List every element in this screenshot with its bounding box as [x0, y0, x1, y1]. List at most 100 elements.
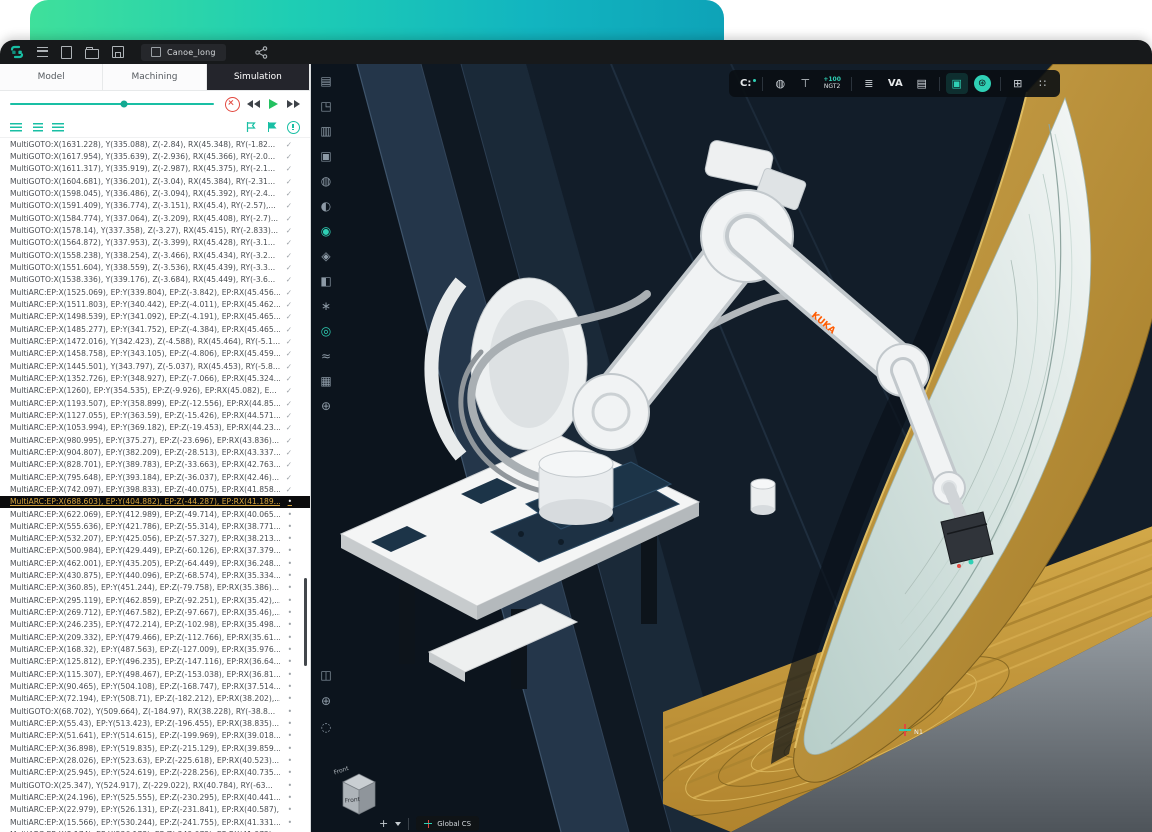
tab-simulation[interactable]: Simulation — [207, 64, 310, 90]
variables-icon[interactable]: VA — [883, 78, 908, 89]
progress-slider[interactable] — [10, 103, 214, 105]
command-row[interactable]: MultiARC:EP:X(36.898), EP:Y(519.835), EP… — [0, 742, 310, 754]
image-icon[interactable]: ▦ — [315, 370, 337, 392]
command-row[interactable]: MultiGOTO:X(1578.14), Y(337.358), Z(-3.2… — [0, 224, 310, 236]
command-row[interactable]: MultiARC:EP:X(1053.994), EP:Y(369.182), … — [0, 422, 310, 434]
robot-icon[interactable]: ◍ — [769, 73, 791, 94]
snowflake-icon[interactable]: ∗ — [315, 295, 337, 317]
fast-forward-button[interactable] — [287, 100, 300, 108]
command-row[interactable]: MultiARC:EP:X(1498.539), EP:Y(341.092), … — [0, 311, 310, 323]
command-row[interactable]: MultiARC:EP:X(462.001), EP:Y(435.205), E… — [0, 557, 310, 569]
command-row[interactable]: MultiARC:EP:X(51.641), EP:Y(514.615), EP… — [0, 730, 310, 742]
gear-icon[interactable]: ⊛ — [974, 75, 991, 92]
command-row[interactable]: MultiARC:EP:X(90.465), EP:Y(504.108), EP… — [0, 680, 310, 692]
command-row[interactable]: MultiARC:EP:X(430.875), EP:Y(440.096), E… — [0, 569, 310, 581]
command-row[interactable]: MultiARC:EP:X(22.979), EP:Y(526.131), EP… — [0, 804, 310, 816]
command-row[interactable]: MultiARC:EP:X(246.235), EP:Y(472.214), E… — [0, 619, 310, 631]
command-row[interactable]: MultiARC:EP:X(622.069), EP:Y(412.989), E… — [0, 508, 310, 520]
command-row[interactable]: MultiGOTO:X(1558.238), Y(338.254), Z(-3.… — [0, 249, 310, 261]
bulb-icon[interactable]: ◉ — [315, 220, 337, 242]
chevron-down-icon[interactable] — [395, 822, 401, 826]
command-row[interactable]: MultiGOTO:X(1617.954), Y(335.639), Z(-2.… — [0, 150, 310, 162]
indent-list-icon[interactable] — [33, 123, 43, 132]
tool-offset-chip[interactable]: +100NGT2 — [819, 77, 845, 91]
record-icon[interactable]: ◎ — [315, 320, 337, 342]
command-row[interactable]: MultiARC:EP:X(24.196), EP:Y(525.555), EP… — [0, 791, 310, 803]
command-row[interactable]: MultiGOTO:X(1611.317), Y(335.919), Z(-2.… — [0, 163, 310, 175]
viewport-3d-scene[interactable]: KUKA — [311, 64, 1152, 832]
sphere-icon[interactable]: ◍ — [315, 170, 337, 192]
table-icon[interactable]: ⊞ — [1007, 73, 1029, 94]
play-button[interactable] — [269, 99, 278, 109]
rewind-button[interactable] — [247, 100, 260, 108]
command-row[interactable]: MultiARC:EP:X(25.945), EP:Y(524.619), EP… — [0, 767, 310, 779]
command-row[interactable]: MultiGOTO:X(1598.045), Y(336.486), Z(-3.… — [0, 187, 310, 199]
view-cube[interactable]: Front Front — [333, 764, 383, 820]
command-row[interactable]: MultiARC:EP:X(1445.501), Y(343.797), Z(-… — [0, 360, 310, 372]
program-list-icon[interactable] — [10, 123, 22, 132]
command-row[interactable]: MultiARC:EP:X(1511.803), EP:Y(340.442), … — [0, 298, 310, 310]
command-row[interactable]: MultiARC:EP:X(500.984), EP:Y(429.449), E… — [0, 545, 310, 557]
share-icon[interactable] — [255, 46, 268, 59]
controller-icon[interactable]: C: — [735, 78, 756, 89]
inspect-icon[interactable]: ◈ — [315, 245, 337, 267]
spline-icon[interactable]: ≈ — [315, 345, 337, 367]
command-row[interactable]: MultiARC:EP:X(795.648), EP:Y(393.184), E… — [0, 471, 310, 483]
command-row[interactable]: MultiARC:EP:X(1485.277), EP:Y(341.752), … — [0, 323, 310, 335]
warning-icon[interactable] — [287, 121, 300, 134]
command-row[interactable]: MultiARC:EP:X(209.332), EP:Y(479.466), E… — [0, 631, 310, 643]
new-file-icon[interactable] — [61, 46, 72, 59]
material-icon[interactable]: ▣ — [315, 145, 337, 167]
stop-button[interactable] — [225, 97, 240, 112]
command-row[interactable]: MultiARC:EP:X(115.307), EP:Y(498.467), E… — [0, 668, 310, 680]
shading-icon[interactable]: ◐ — [315, 195, 337, 217]
command-row[interactable]: MultiGOTO:X(1551.604), Y(338.559), Z(-3.… — [0, 261, 310, 273]
command-row[interactable]: MultiARC:EP:X(125.812), EP:Y(496.235), E… — [0, 656, 310, 668]
command-row[interactable]: MultiGOTO:X(1564.872), Y(337.953), Z(-3.… — [0, 237, 310, 249]
spindle-icon[interactable]: ⊤ — [794, 73, 816, 94]
grid-globe-icon[interactable]: ⊕ — [315, 395, 337, 417]
add-cs-button[interactable]: + — [379, 818, 388, 829]
flag-end-icon[interactable] — [266, 121, 278, 133]
layers-icon[interactable]: ▥ — [315, 120, 337, 142]
command-row[interactable]: MultiARC:EP:X(1260), EP:Y(354.535), EP:Z… — [0, 385, 310, 397]
tab-machining[interactable]: Machining — [103, 64, 206, 90]
command-row[interactable]: MultiARC:EP:X(269.712), EP:Y(467.582), E… — [0, 606, 310, 618]
simulation-view-icon[interactable]: ▣ — [946, 73, 968, 94]
save-icon[interactable] — [112, 46, 124, 58]
filter-list-icon[interactable] — [52, 123, 64, 132]
command-row[interactable]: MultiARC:EP:X(904.807), EP:Y(382.209), E… — [0, 446, 310, 458]
command-row[interactable]: MultiARC:EP:X(55.43), EP:Y(513.423), EP:… — [0, 717, 310, 729]
menu-icon[interactable] — [37, 47, 48, 57]
command-row[interactable]: MultiARC:EP:X(28.026), EP:Y(523.63), EP:… — [0, 754, 310, 766]
command-row[interactable]: MultiARC:EP:X(980.995), EP:Y(375.27), EP… — [0, 434, 310, 446]
axis-icon[interactable]: ⊕ — [315, 690, 337, 712]
orbit-icon[interactable]: ◌ — [315, 716, 337, 738]
command-row[interactable]: MultiARC:EP:X(360.85), EP:Y(451.244), EP… — [0, 582, 310, 594]
command-row[interactable]: MultiARC:EP:X(1352.726), EP:Y(348.927), … — [0, 372, 310, 384]
tab-model[interactable]: Model — [0, 64, 103, 90]
coordinate-system-selector[interactable]: Global CS — [416, 816, 479, 831]
command-row[interactable]: MultiARC:EP:X(688.603), EP:Y(404.882), E… — [0, 496, 310, 508]
slider-knob[interactable] — [121, 101, 128, 108]
scrollbar-thumb[interactable] — [304, 578, 307, 666]
command-row[interactable]: MultiARC:EP:X(1472.016), Y(342.423), Z(-… — [0, 335, 310, 347]
command-row[interactable]: MultiARC:EP:X(532.207), EP:Y(425.056), E… — [0, 533, 310, 545]
command-row[interactable]: MultiGOTO:X(1604.681), Y(336.201), Z(-3.… — [0, 175, 310, 187]
command-row[interactable]: MultiGOTO:X(1538.336), Y(339.176), Z(-3.… — [0, 274, 310, 286]
command-row[interactable]: MultiGOTO:X(1631.228), Y(335.088), Z(-2.… — [0, 138, 310, 150]
command-row[interactable]: MultiARC:EP:X(168.32), EP:Y(487.563), EP… — [0, 643, 310, 655]
printer-3d-icon[interactable]: ▤ — [315, 70, 337, 92]
command-row[interactable]: MultiARC:EP:X(742.097), EP:Y(398.833), E… — [0, 483, 310, 495]
command-row[interactable]: MultiARC:EP:X(72.194), EP:Y(508.71), EP:… — [0, 693, 310, 705]
sliders-icon[interactable]: ≣ — [858, 73, 880, 94]
command-row[interactable]: MultiARC:EP:X(8.174), EP:Y(536.178), EP:… — [0, 828, 310, 832]
command-row[interactable]: MultiARC:EP:X(1127.055), EP:Y(363.59), E… — [0, 409, 310, 421]
command-row[interactable]: MultiARC:EP:X(555.636), EP:Y(421.786), E… — [0, 520, 310, 532]
document-tab[interactable]: Canoe_long — [141, 44, 226, 61]
command-row[interactable]: MultiARC:EP:X(1193.507), EP:Y(358.899), … — [0, 397, 310, 409]
command-row[interactable]: MultiGOTO:X(68.702), Y(509.664), Z(-184.… — [0, 705, 310, 717]
open-folder-icon[interactable] — [85, 49, 99, 59]
command-row[interactable]: MultiARC:EP:X(1525.069), EP:Y(339.804), … — [0, 286, 310, 298]
command-row[interactable]: MultiGOTO:X(1584.774), Y(337.064), Z(-3.… — [0, 212, 310, 224]
